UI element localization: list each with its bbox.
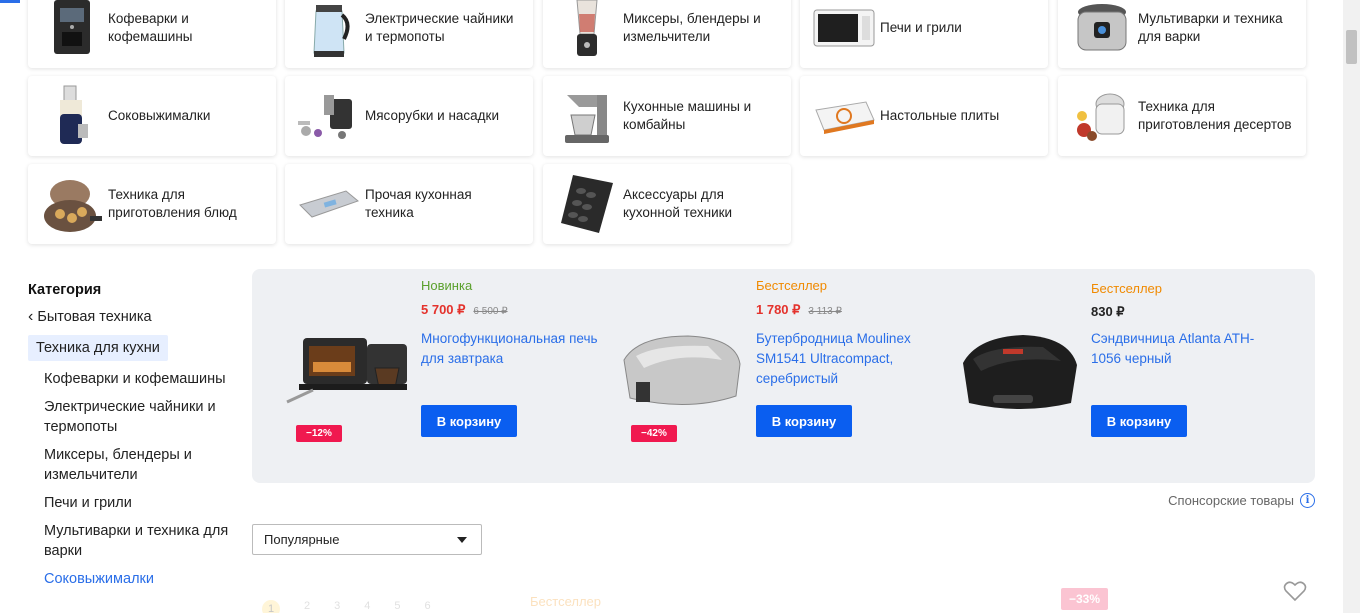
product-price: 1 780 ₽ 3 113 ₽ [756, 302, 842, 318]
page-number: 4 [364, 600, 371, 612]
top-accent-strip [0, 0, 20, 3]
add-to-cart-button[interactable]: В корзину [756, 405, 852, 437]
microwave-icon [808, 0, 880, 64]
product-tag: Бестселлер [1091, 281, 1162, 296]
category-label: Настольные плиты [880, 108, 1000, 123]
product-name-link[interactable]: Бутербродница Moulinex SM1541 Ultracompa… [756, 329, 941, 389]
sidebar-back-link[interactable]: ‹ Бытовая техника [28, 308, 238, 326]
coffee-machine-icon [36, 0, 108, 64]
category-label: Аксессуары для кухонной техники [623, 187, 733, 220]
category-card-other-kitchen[interactable]: Прочая кухонная техника [285, 164, 533, 244]
sandwich-maker-black-icon[interactable] [952, 319, 1082, 424]
sponsored-products-note: Спонсорские товары i [1168, 493, 1315, 508]
faded-discount-badge: −33% [1061, 588, 1109, 610]
category-label: Мультиварки и техника для варки [1138, 11, 1283, 44]
faded-page-numbers: 1 2 3 4 5 6 [262, 600, 431, 613]
page-number: 1 [262, 600, 280, 613]
category-card-juicers[interactable]: Соковыжималки [28, 76, 276, 156]
sort-selected-value: Популярные [264, 532, 340, 547]
promo-item: Бестселлер 830 ₽ Сэндвичница Atlanta ATH… [922, 269, 1254, 483]
sidebar-item-blenders[interactable]: Миксеры, блендеры и измельчители [44, 445, 238, 485]
category-card-kettles[interactable]: Электрические чайники и термопоты [285, 0, 533, 68]
category-card-blenders[interactable]: Миксеры, блендеры и измельчители [543, 0, 791, 68]
category-label: Соковыжималки [108, 108, 211, 123]
info-icon[interactable]: i [1300, 493, 1315, 508]
meat-grinder-icon [293, 80, 365, 152]
multicooker-icon [1066, 0, 1138, 64]
add-to-cart-button[interactable]: В корзину [1091, 405, 1187, 437]
sort-select[interactable]: Популярные [252, 524, 482, 555]
page-number: 2 [304, 600, 311, 612]
category-label: Кофеварки и кофемашины [108, 11, 193, 44]
category-card-dish-makers[interactable]: Техника для приготовления блюд [28, 164, 276, 244]
sidebar-active-category[interactable]: Техника для кухни [28, 335, 168, 361]
category-label: Прочая кухонная техника [365, 187, 472, 220]
baking-tray-icon [551, 168, 623, 240]
category-label: Техника для приготовления блюд [108, 187, 237, 220]
ice-cream-maker-icon [1066, 80, 1138, 152]
current-price: 1 780 ₽ [756, 302, 801, 317]
old-price: 6 500 ₽ [473, 306, 508, 317]
caret-down-icon [457, 537, 467, 543]
discount-badge: −12% [296, 425, 342, 442]
scrollbar-thumb[interactable] [1346, 30, 1357, 64]
sidebar-item-ovens[interactable]: Печи и грили [44, 493, 238, 513]
category-card-kitchen-machines[interactable]: Кухонные машины и комбайны [543, 76, 791, 156]
product-price: 830 ₽ [1091, 304, 1125, 320]
sponsored-label: Спонсорские товары [1168, 493, 1294, 508]
sidebar-back-label: Бытовая техника [37, 309, 152, 325]
category-label: Электрические чайники и термопоты [365, 11, 514, 44]
current-price: 830 ₽ [1091, 304, 1125, 319]
sidebar-item-kettles[interactable]: Электрические чайники и термопоты [44, 397, 238, 437]
juicer-icon [36, 80, 108, 152]
product-tag: Бестселлер [756, 278, 827, 293]
promo-item: −42% Бестселлер 1 780 ₽3 113 ₽ Бутерброд… [587, 269, 917, 483]
category-label: Кухонные машины и комбайны [623, 99, 752, 132]
kettle-icon [293, 0, 365, 64]
page-number: 5 [394, 600, 401, 612]
category-label: Печи и грили [880, 20, 962, 35]
category-card-accessories[interactable]: Аксессуары для кухонной техники [543, 164, 791, 244]
product-name-link[interactable]: Сэндвичница Atlanta ATH-1056 черный [1091, 329, 1276, 369]
category-card-ovens[interactable]: Печи и грили [800, 0, 1048, 68]
breakfast-oven-icon[interactable] [282, 319, 412, 424]
product-price: 5 700 ₽ 6 500 ₽ [421, 302, 508, 318]
category-label: Миксеры, блендеры и измельчители [623, 11, 761, 44]
sidebar-item-juicers[interactable]: Соковыжималки [44, 569, 238, 589]
sidebar-item-coffee-machines[interactable]: Кофеварки и кофемашины [44, 369, 238, 389]
add-to-cart-button[interactable]: В корзину [421, 405, 517, 437]
sidebar-item-multicookers[interactable]: Мультиварки и техника для варки [44, 521, 238, 561]
category-card-coffee-machines[interactable]: Кофеварки и кофемашины [28, 0, 276, 68]
faded-product-tag: Бестселлер [530, 594, 601, 609]
vertical-scrollbar[interactable] [1343, 0, 1360, 613]
old-price: 3 113 ₽ [808, 306, 842, 317]
sidebar-title: Категория [28, 282, 102, 298]
product-name-link[interactable]: Многофункциональная печь для завтрака [421, 329, 606, 369]
category-label: Техника для приготовления десертов [1138, 99, 1292, 132]
kitchen-machine-icon [551, 80, 623, 152]
category-card-multicookers[interactable]: Мультиварки и техника для варки [1058, 0, 1306, 68]
chevron-left-icon: ‹ [28, 308, 34, 325]
cooktop-icon [808, 80, 880, 152]
current-price: 5 700 ₽ [421, 302, 466, 317]
page-number: 3 [334, 600, 341, 612]
category-card-meat-grinders[interactable]: Мясорубки и насадки [285, 76, 533, 156]
waffle-maker-icon [36, 168, 108, 240]
category-card-cooktops[interactable]: Настольные плиты [800, 76, 1048, 156]
sponsored-promo-block: −12% Новинка 5 700 ₽ 6 500 ₽ Многофункцио… [252, 269, 1315, 483]
category-sidebar: Категория ‹ Бытовая техника Техника для … [28, 282, 238, 589]
kitchen-scale-icon [293, 168, 365, 240]
category-card-desserts[interactable]: Техника для приготовления десертов [1058, 76, 1306, 156]
promo-item: −12% Новинка 5 700 ₽6 500 ₽ Многофункцио… [252, 269, 598, 483]
page-number: 6 [424, 600, 431, 612]
blender-icon [551, 0, 623, 64]
category-label: Мясорубки и насадки [365, 108, 499, 123]
discount-badge: −42% [631, 425, 677, 442]
product-tag: Новинка [421, 278, 473, 293]
heart-icon[interactable] [1283, 580, 1307, 602]
sandwich-maker-silver-icon[interactable] [617, 319, 747, 424]
